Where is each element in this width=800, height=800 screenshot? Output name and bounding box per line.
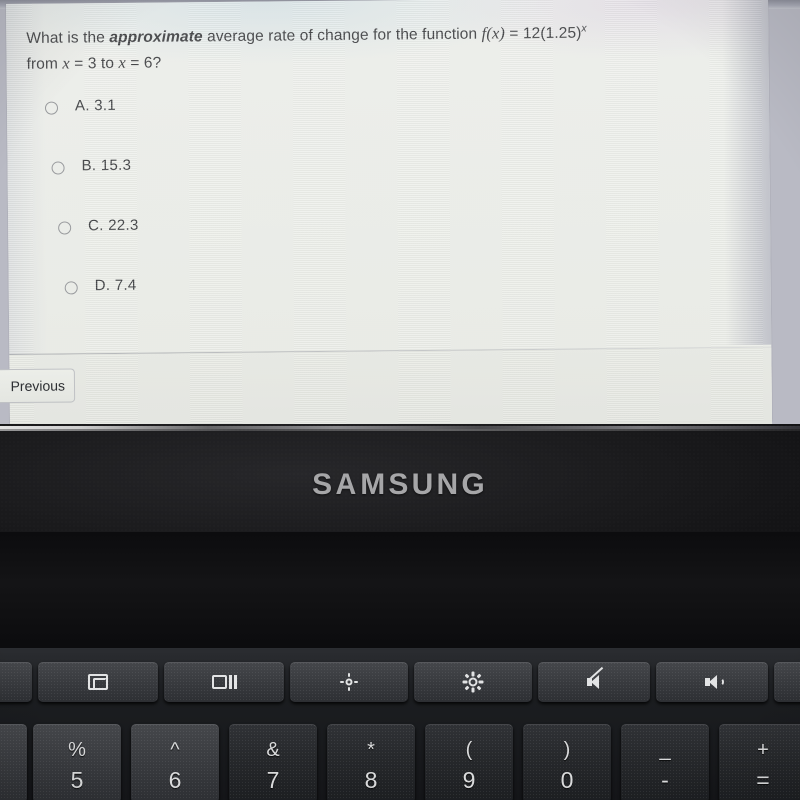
number-key-minus-lower: - bbox=[661, 767, 669, 793]
question-line2-end: = 6? bbox=[125, 54, 162, 73]
number-key-7-legend: & 7 bbox=[266, 734, 279, 792]
samsung-logo: SAMSUNG bbox=[0, 468, 800, 502]
number-key-equals-upper: + bbox=[757, 739, 769, 761]
question-middle: average rate of change for the function bbox=[202, 25, 482, 46]
quiz-page: What is the approximate average rate of … bbox=[6, 0, 773, 428]
screenshot-icon bbox=[88, 674, 108, 690]
number-key-0-upper: ) bbox=[563, 739, 571, 761]
question-prefix: What is the bbox=[26, 29, 110, 47]
function-body: 12(1.25) bbox=[522, 24, 582, 43]
hinge-recess bbox=[0, 532, 800, 660]
number-key-0-legend: ) 0 bbox=[561, 734, 574, 792]
number-key-equals-lower: = bbox=[756, 767, 770, 793]
function-key-volume-up[interactable] bbox=[774, 662, 800, 702]
number-key-8[interactable]: * 8 bbox=[327, 724, 415, 800]
answer-option-b-label: B. 15.3 bbox=[81, 156, 132, 175]
mute-icon bbox=[587, 666, 604, 689]
question-text: What is the approximate average rate of … bbox=[26, 15, 738, 77]
function-key-volume-down[interactable] bbox=[656, 662, 768, 702]
key-texture bbox=[0, 662, 32, 702]
key-texture bbox=[0, 724, 27, 800]
photo-of-laptop-screen: What is the approximate average rate of … bbox=[0, 0, 800, 800]
answer-option-a-label: A. 3.1 bbox=[74, 96, 117, 115]
function-key-mute[interactable] bbox=[538, 662, 650, 702]
function-key-partial-left[interactable] bbox=[0, 662, 32, 702]
number-key-minus[interactable]: _ - bbox=[621, 724, 709, 800]
question-emphasis: approximate bbox=[109, 28, 203, 47]
number-key-5-upper: % bbox=[68, 739, 86, 761]
previous-button[interactable]: Previous bbox=[0, 368, 76, 404]
number-key-9-upper: ( bbox=[465, 739, 473, 761]
answer-option-d-label: D. 7.4 bbox=[94, 276, 137, 295]
function-key-brightness-down[interactable] bbox=[290, 662, 408, 702]
number-key-8-legend: * 8 bbox=[365, 734, 378, 792]
function-equals: = bbox=[504, 25, 523, 43]
number-key-6-upper: ^ bbox=[170, 739, 180, 761]
question-line2-mid: = 3 to bbox=[69, 55, 119, 73]
volume-down-icon bbox=[705, 675, 724, 689]
samsung-logo-part3: MSUNG bbox=[360, 468, 488, 501]
number-key-7[interactable]: & 7 bbox=[229, 724, 317, 800]
number-key-partial-left[interactable] bbox=[0, 724, 27, 800]
number-key-6[interactable]: ^ 6 bbox=[131, 724, 219, 800]
page-right-shading bbox=[721, 0, 772, 346]
keyboard: % 5 ^ 6 & 7 * 8 (9) 0 _ - + = bbox=[0, 648, 800, 800]
number-key-5[interactable]: % 5 bbox=[33, 724, 121, 800]
number-key-row: % 5 ^ 6 & 7 * 8 (9) 0 _ - + = bbox=[0, 724, 800, 800]
answer-option-d[interactable]: D. 7.4 bbox=[9, 265, 772, 332]
number-key-9[interactable]: ( 9 bbox=[425, 724, 513, 800]
answer-option-a[interactable]: A. 3.1 bbox=[7, 85, 770, 152]
answer-option-b[interactable]: B. 15.3 bbox=[7, 145, 770, 212]
number-key-0-lower: 0 bbox=[560, 767, 574, 793]
number-key-5-legend: % 5 bbox=[68, 734, 86, 792]
question-line2-from: from bbox=[26, 55, 63, 73]
number-key-equals[interactable]: + = bbox=[719, 724, 800, 800]
brightness-down-icon bbox=[340, 673, 358, 691]
number-key-0[interactable]: ) 0 bbox=[523, 724, 611, 800]
laptop-display: What is the approximate average rate of … bbox=[0, 0, 800, 428]
function-key-brightness-up[interactable] bbox=[414, 662, 532, 702]
number-key-7-lower: 7 bbox=[266, 767, 280, 793]
number-key-8-lower: 8 bbox=[364, 767, 378, 793]
display-bezel: SAMSUNG bbox=[0, 424, 800, 532]
radio-button-c-icon[interactable] bbox=[58, 221, 72, 235]
number-key-6-legend: ^ 6 bbox=[169, 734, 182, 792]
answer-option-c-label: C. 22.3 bbox=[88, 216, 139, 235]
answer-option-c[interactable]: C. 22.3 bbox=[8, 205, 771, 272]
key-texture bbox=[774, 662, 800, 702]
answer-options: A. 3.1 B. 15.3 C. 22.3 D. 7.4 bbox=[7, 85, 771, 332]
radio-button-b-icon[interactable] bbox=[51, 161, 65, 175]
number-key-equals-legend: + = bbox=[756, 734, 769, 792]
brightness-up-icon bbox=[462, 671, 484, 693]
function-argument: (x) bbox=[486, 23, 506, 43]
function-key-screenshot[interactable] bbox=[38, 662, 158, 702]
radio-button-d-icon[interactable] bbox=[64, 281, 78, 295]
function-exponent: x bbox=[581, 22, 587, 35]
number-key-9-legend: ( 9 bbox=[463, 734, 476, 792]
samsung-logo-part1: S bbox=[312, 468, 336, 501]
function-key-row bbox=[0, 662, 800, 714]
function-key-task-view[interactable] bbox=[164, 662, 284, 702]
number-key-minus-legend: _ - bbox=[659, 734, 670, 792]
number-key-minus-upper: _ bbox=[659, 739, 671, 761]
number-key-6-lower: 6 bbox=[168, 767, 182, 793]
number-key-5-lower: 5 bbox=[70, 767, 84, 793]
number-key-9-lower: 9 bbox=[462, 767, 476, 793]
number-key-7-upper: & bbox=[266, 739, 280, 761]
samsung-logo-part2: A bbox=[335, 468, 360, 501]
footer-bar bbox=[9, 347, 773, 428]
number-key-8-upper: * bbox=[367, 739, 375, 761]
task-view-icon bbox=[211, 675, 237, 689]
radio-button-a-icon[interactable] bbox=[44, 101, 59, 115]
previous-button-label: Previous bbox=[10, 377, 66, 395]
